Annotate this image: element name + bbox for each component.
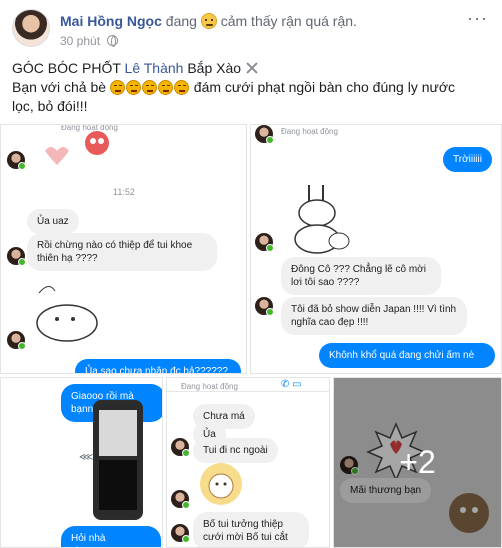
chat-avatar <box>255 233 274 252</box>
chat-time: 11:52 <box>113 187 135 197</box>
active-status: Đang hoạt động <box>181 382 238 391</box>
post-text: GÓC BÓC PHỐT Lê Thành Bắp Xào Bạn với ch… <box>12 59 492 116</box>
post-line-3: lọc, bỏ đói!!! <box>12 98 88 114</box>
sticker-image <box>45 131 109 165</box>
author-name[interactable]: Mai Hồng Ngọc <box>60 13 162 29</box>
chat-avatar <box>171 524 190 543</box>
active-status: Đang hoạt động <box>281 127 338 136</box>
post-time[interactable]: 30 phút <box>60 34 100 48</box>
more-photos-overlay[interactable]: +2 <box>334 378 501 547</box>
message-bubble: Bố tui tưởng thiệp cưới mời Bố tui cắt <box>193 512 309 547</box>
tagged-user-link[interactable]: Lê Thành <box>125 60 184 76</box>
feeling-text: cảm thấy rận quá rận. <box>220 13 357 29</box>
chat-avatar <box>171 438 190 457</box>
message-bubble: Ủa uaz <box>27 209 79 234</box>
photo-5-more[interactable]: Mãi thương bạn +2 <box>333 377 502 548</box>
post-header: Mai Hồng Ngọc đang cảm thấy rận quá rận.… <box>0 0 502 58</box>
phone-image <box>93 400 143 520</box>
photo-3[interactable]: Giaooo rồi mà bạnnnnnnnn ⋘ Hỏi nhà chưa?… <box>0 377 163 548</box>
message-bubble-outgoing: Hỏi nhà chưa???????? <box>61 526 161 547</box>
message-bubble: Tui đi nc ngoài <box>193 438 278 463</box>
globe-icon[interactable] <box>107 35 119 47</box>
chat-avatar <box>255 297 274 316</box>
post-line-1: GÓC BÓC PHỐT Lê Thành Bắp Xào <box>12 59 492 78</box>
chat-topbar: Đang hoạt động ✆ ▭ <box>167 378 329 392</box>
angry-face-icon <box>125 80 141 95</box>
message-bubble-outgoing: Khônh khổ quá đang chửi ấm nè <box>319 343 495 368</box>
angry-face-icon <box>157 80 173 95</box>
angry-face-icon <box>173 80 189 95</box>
photo-4[interactable]: Đang hoạt động ✆ ▭ Chưa má Ủa Tui đi nc … <box>166 377 330 548</box>
bear-sticker-image <box>200 463 242 505</box>
crossed-swords-icon <box>245 61 259 75</box>
chat-avatar <box>7 151 26 170</box>
message-bubble: Đông Cô ??? Chẳng lẽ cô mời lơi tôi sao … <box>281 257 441 295</box>
call-icon[interactable]: ✆ ▭ <box>281 379 302 390</box>
feeling-emoji-icon <box>200 13 217 29</box>
photo-1[interactable]: Đang hoạt động 11:52 Ủa uaz Rồi chừng nà… <box>0 124 247 374</box>
share-icon[interactable]: ⋘ <box>79 452 93 463</box>
author-line: Mai Hồng Ngọc đang cảm thấy rận quá rận. <box>60 13 357 29</box>
chat-avatar <box>7 331 26 350</box>
message-bubble-outgoing: Trờiiiiii <box>443 147 492 172</box>
angry-face-icon <box>141 80 157 95</box>
chat-avatar <box>255 125 274 144</box>
message-bubble: Rồi chừng nào có thiệp để tui khoe thiên… <box>27 233 217 271</box>
post-meta: 30 phút <box>60 34 119 48</box>
chat-avatar <box>7 247 26 266</box>
post-line-2: Bạn với chả bè đám cưới phạt ngồi bàn ch… <box>12 79 456 95</box>
chat-avatar <box>171 490 190 509</box>
more-options-icon[interactable]: ··· <box>467 8 488 29</box>
cat-sticker-image <box>36 286 98 342</box>
message-bubble-outgoing: Ủa sao chưa nhận đc hả?????? <box>75 359 241 373</box>
message-bubble: Tôi đã bỏ show diễn Japan !!!! Vì tình n… <box>281 297 467 335</box>
rabbit-sticker-image <box>294 185 350 254</box>
feeling-prefix: đang <box>165 13 197 29</box>
author-avatar[interactable] <box>12 9 50 47</box>
angry-face-icon <box>109 80 125 95</box>
photo-2[interactable]: Đang hoạt động Trờiiiiii Đông Cô ??? Chẳ… <box>250 124 502 374</box>
